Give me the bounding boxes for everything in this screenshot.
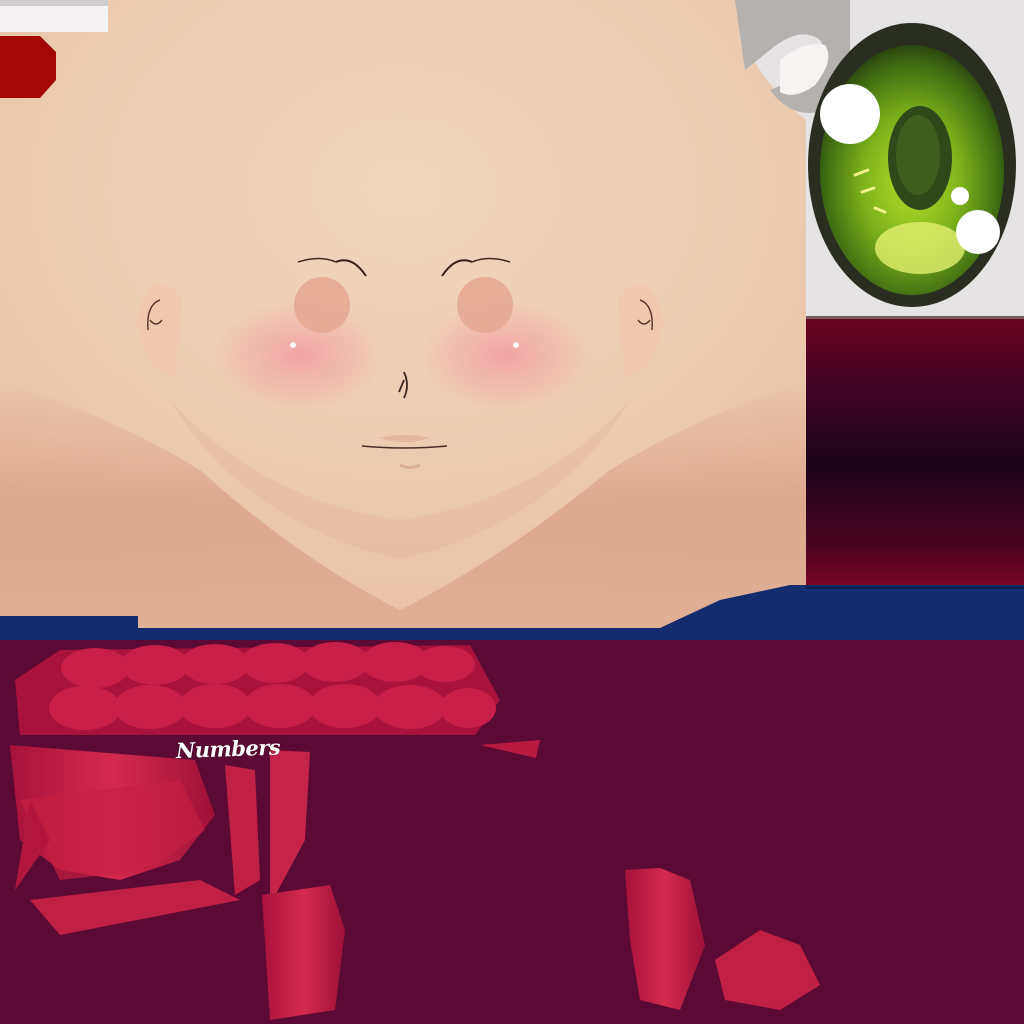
hair-braid bbox=[15, 642, 500, 735]
texture-atlas bbox=[0, 0, 1024, 1024]
red-marker bbox=[0, 36, 56, 98]
face bbox=[0, 0, 806, 630]
handwritten-label: Numbers bbox=[175, 734, 281, 764]
gradient-panel bbox=[806, 316, 1024, 586]
eye-iris bbox=[808, 23, 1016, 307]
